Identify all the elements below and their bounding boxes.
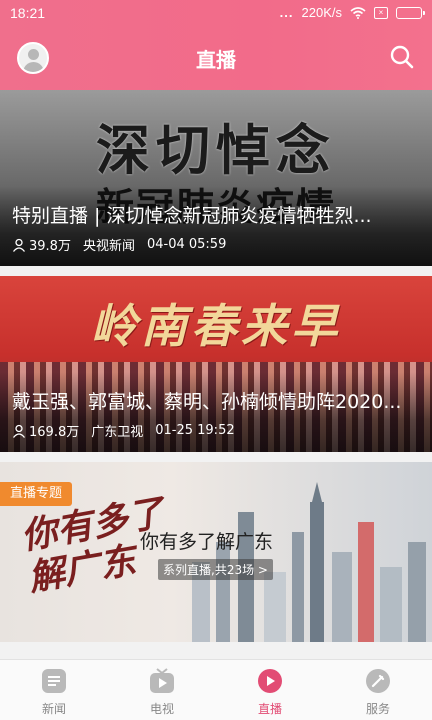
status-indicators: ... 220K/s ×	[279, 5, 425, 20]
tab-service[interactable]: 服务	[324, 660, 432, 720]
live-card[interactable]: 岭南春来早 戴玉强、郭富城、蔡明、孙楠倾情助阵2020... 169.8万 广东…	[0, 276, 432, 452]
tab-label: 电视	[149, 702, 174, 716]
status-bar: 18:21 ... 220K/s ×	[0, 0, 432, 28]
viewer-icon	[12, 238, 26, 252]
air-time: 04-04 05:59	[146, 237, 227, 252]
view-count: 39.8万	[29, 239, 71, 254]
bottom-tab-bar: 新闻 电视 直播 服务	[0, 659, 432, 720]
live-feed: 深切悼念 新冠肺炎疫情 特别直播 | 深切悼念新冠肺炎疫情牺牲烈... 39.8…	[0, 90, 432, 642]
card-title: 戴玉强、郭富城、蔡明、孙楠倾情助阵2020...	[12, 391, 402, 413]
special-title: 你有多了解广东	[140, 531, 274, 553]
status-time: 18:21	[10, 5, 46, 21]
page-title: 直播	[196, 48, 236, 72]
wifi-icon	[350, 6, 366, 19]
channel-name: 央视新闻	[82, 239, 135, 254]
card-art-text: 岭南春来早	[91, 299, 341, 353]
app-header: 18:21 ... 220K/s × 直播	[0, 0, 432, 90]
tab-live[interactable]: 直播	[216, 660, 324, 720]
card-art-text: 深切悼念	[96, 118, 336, 182]
network-speed: 220K/s	[301, 5, 342, 20]
search-icon[interactable]	[389, 44, 415, 70]
service-icon	[366, 669, 390, 693]
card-meta: 169.8万 广东卫视 01-25 19:52	[12, 421, 235, 440]
view-count: 169.8万	[29, 425, 80, 440]
news-icon	[42, 669, 66, 693]
special-badge: 直播专题	[0, 482, 73, 506]
live-card[interactable]: 深切悼念 新冠肺炎疫情 特别直播 | 深切悼念新冠肺炎疫情牺牲烈... 39.8…	[0, 90, 432, 266]
sim-icon: ×	[374, 6, 388, 19]
channel-name: 广东卫视	[91, 425, 144, 440]
card-title: 特别直播 | 深切悼念新冠肺炎疫情牺牲烈...	[12, 205, 372, 227]
tab-tv[interactable]: 电视	[108, 660, 216, 720]
tv-icon	[150, 668, 174, 693]
tab-news[interactable]: 新闻	[0, 660, 108, 720]
tab-label: 新闻	[41, 702, 66, 716]
tab-label: 直播	[257, 702, 282, 716]
battery-icon	[396, 6, 425, 19]
notification-dots: ...	[279, 5, 294, 20]
special-topic-card[interactable]: 你有多了解广东 直播专题 你有多了解广东 系列直播,共23场 >	[0, 462, 432, 642]
viewer-icon	[12, 424, 26, 438]
card-meta: 39.8万 央视新闻 04-04 05:59	[12, 235, 226, 254]
live-icon	[258, 669, 282, 693]
tab-label: 服务	[365, 702, 390, 716]
special-subtitle[interactable]: 系列直播,共23场 >	[158, 559, 273, 580]
air-time: 01-25 19:52	[155, 423, 235, 438]
